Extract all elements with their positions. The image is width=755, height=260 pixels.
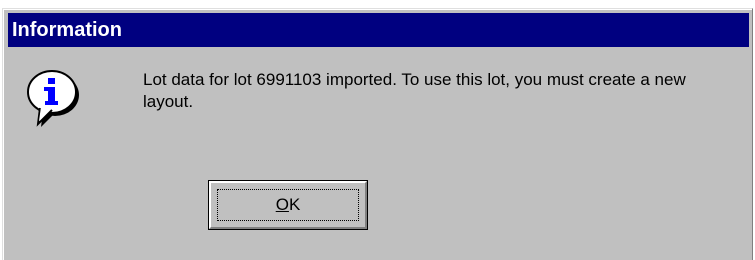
- ok-button-focus-rect: OK: [217, 189, 359, 221]
- information-icon: [23, 69, 83, 133]
- ok-mnemonic: O: [275, 195, 289, 214]
- ok-button[interactable]: OK: [208, 180, 368, 230]
- ok-button-label: OK: [276, 195, 301, 215]
- information-dialog: Information Lot data for lot 6991103 imp…: [2, 8, 753, 260]
- ok-label-rest: K: [288, 195, 301, 214]
- ok-button-bevel: OK: [209, 181, 367, 229]
- dialog-title: Information: [12, 18, 122, 41]
- title-bar[interactable]: Information: [8, 13, 749, 47]
- dialog-message: Lot data for lot 6991103 imported. To us…: [143, 70, 686, 111]
